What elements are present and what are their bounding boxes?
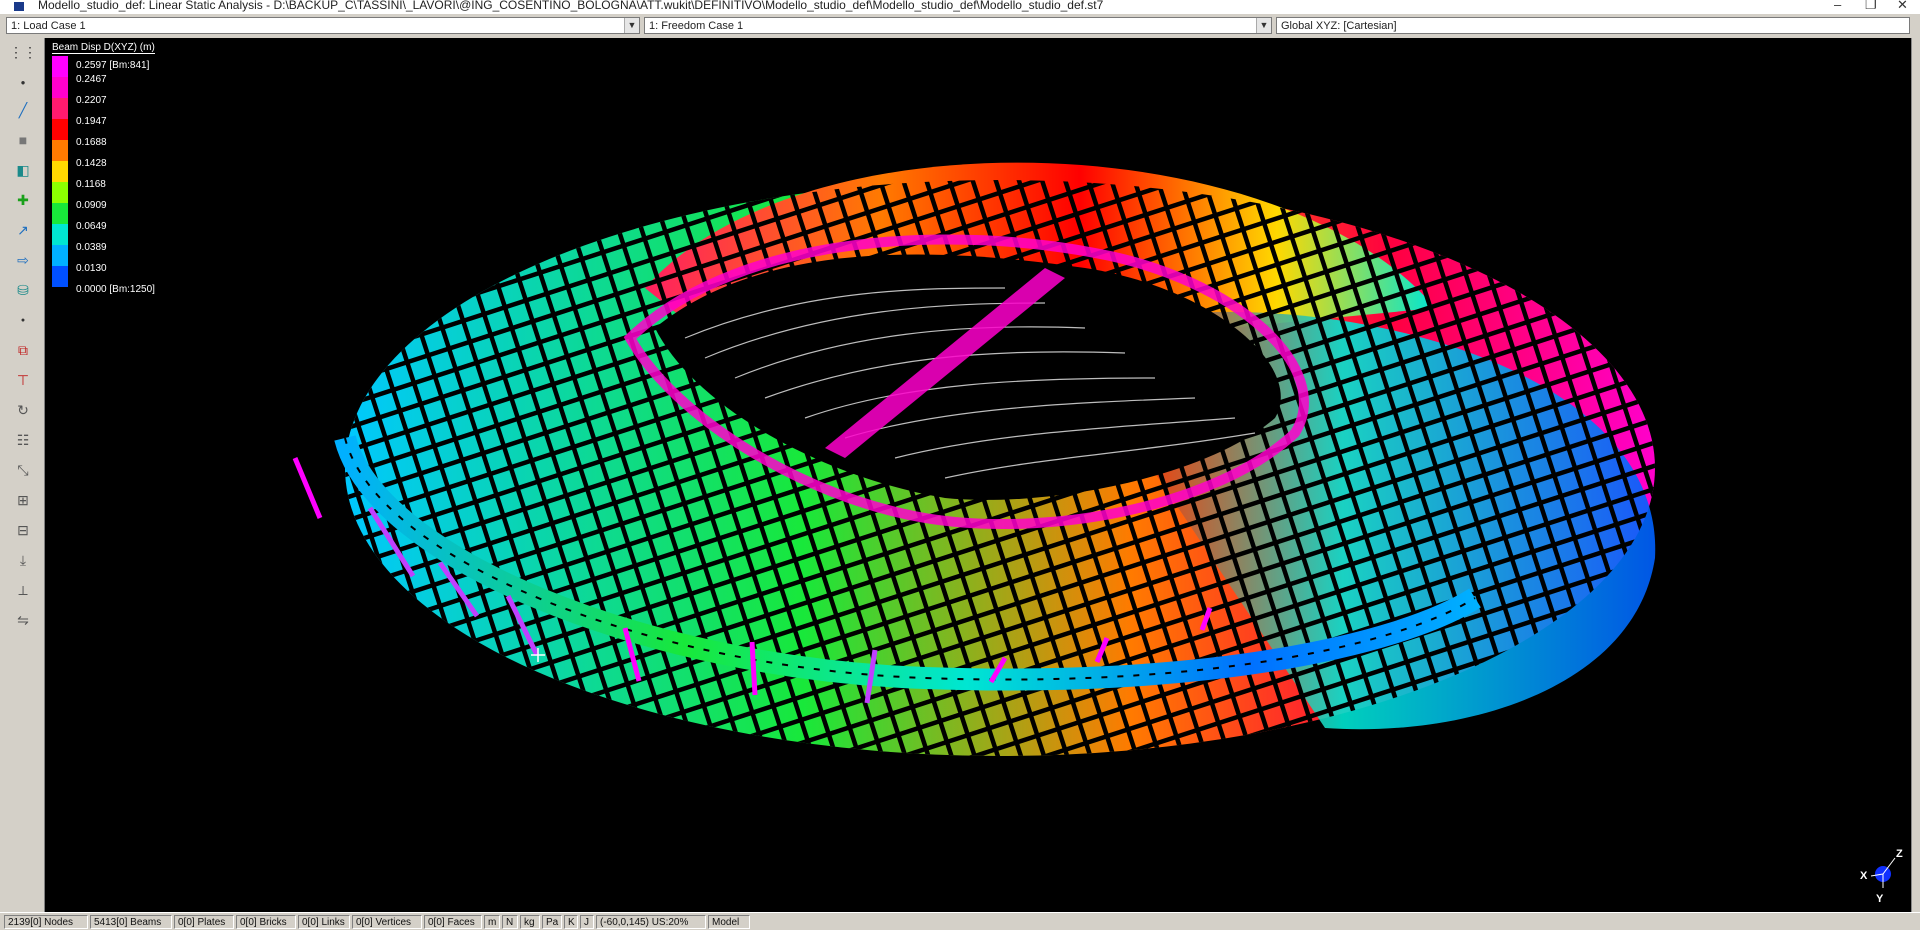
legend-swatch [52,182,68,203]
status-plates: 0[0] Plates [174,915,234,929]
brick-icon[interactable]: ◧ [13,160,33,180]
vertical-scrollbar[interactable] [1911,38,1920,912]
legend-label: 0.2597 [Bm:841] [76,60,150,71]
small-node-icon[interactable]: ● [13,310,33,330]
title-bar: Modello_studio_def: Linear Static Analys… [0,0,1920,15]
cylinder-icon[interactable]: ⛁ [13,280,33,300]
legend-swatch [52,140,68,161]
freedom-case-value: 1: Freedom Case 1 [649,20,744,32]
legend-label: 0.1688 [76,137,107,148]
legend-swatch [52,56,68,77]
status-links: 0[0] Links [298,915,350,929]
plate-icon[interactable]: ■ [13,130,33,150]
legend-label: 0.2467 [76,74,107,85]
status-vertices: 0[0] Vertices [352,915,422,929]
legend-swatch [52,77,68,98]
split-icon[interactable]: ⊞ [13,490,33,510]
node-icon[interactable]: ● [13,72,33,92]
results-icon[interactable]: ⧉ [13,340,33,360]
chevron-down-icon[interactable]: ▼ [1256,18,1271,33]
axis-z-label: Z [1896,848,1903,860]
model-viewport[interactable] [45,38,1911,912]
status-bar: 2139[0] Nodes 5413[0] Beams 0[0] Plates … [0,912,1920,930]
legend-label: 0.0000 [Bm:1250] [76,284,155,295]
load-case-value: 1: Load Case 1 [11,20,86,32]
status-bricks: 0[0] Bricks [236,915,296,929]
legend-label: 0.0909 [76,200,107,211]
legend-title: Beam Disp D(XYZ) (m) [52,42,155,54]
property-icon[interactable]: ⊤ [13,370,33,390]
legend-swatch [52,266,68,287]
status-nodes: 2139[0] Nodes [4,915,88,929]
extend-icon[interactable]: ⤓ [13,550,33,570]
legend-label: 0.0649 [76,221,107,232]
status-faces: 0[0] Faces [424,915,482,929]
beam-icon[interactable]: ╱ [13,100,33,120]
status-unit-time[interactable]: J [580,915,594,929]
subdivide-icon[interactable]: ⊟ [13,520,33,540]
axis-y-label: Y [1876,893,1884,905]
legend-label: 0.1947 [76,116,107,127]
load-case-select[interactable]: 1: Load Case 1 ▼ [6,17,640,34]
window-title: Modello_studio_def: Linear Static Analys… [38,0,1104,12]
status-view-angles: (-60,0,145) US:20% [596,915,706,929]
move-icon[interactable]: ⇨ [13,250,33,270]
freedom-case-select[interactable]: 1: Freedom Case 1 ▼ [644,17,1272,34]
axis-x-label: X [1860,870,1868,882]
legend-label: 0.1168 [76,179,106,190]
link-icon[interactable]: ↗ [13,220,33,240]
legend-label: 0.0130 [76,263,107,274]
legend-label: 0.2207 [76,95,107,106]
left-toolbar: ⋮⋮ ● ╱ ■ ◧ ✚ ↗ ⇨ ⛁ ● ⧉ ⊤ ↻ ☷ ⤡ ⊞ ⊟ ⤓ ⟂ ⇋ [0,38,45,912]
status-unit-stress[interactable]: kg [520,915,540,929]
grid-icon[interactable]: ⋮⋮ [9,42,37,62]
legend-swatch [52,161,68,182]
coordinate-system-value: Global XYZ: [Cartesian] [1281,20,1397,32]
status-unit-force[interactable]: N [502,915,518,929]
status-unit-temp[interactable]: K [564,915,578,929]
chevron-down-icon[interactable]: ▼ [624,18,639,33]
app-icon [14,2,24,11]
coordinate-system-select[interactable]: Global XYZ: [Cartesian] [1276,17,1910,34]
mirror-icon[interactable]: ⇋ [13,610,33,630]
extrude-icon[interactable]: ⟂ [13,580,33,600]
legend-swatch [52,245,68,266]
scale-icon[interactable]: ⤡ [13,460,33,480]
status-beams: 5413[0] Beams [90,915,172,929]
close-button[interactable]: ✕ [1897,0,1908,13]
table-icon[interactable]: ☷ [13,430,33,450]
status-unit-length[interactable]: m [484,915,500,929]
restore-button[interactable]: ❐ [1865,0,1877,13]
stadium-roof-model [292,162,1656,756]
legend-swatch [52,119,68,140]
legend-swatch [52,203,68,224]
attribute-icon[interactable]: ✚ [13,190,33,210]
minimize-button[interactable]: – [1834,0,1841,12]
legend-swatch [52,98,68,119]
legend-swatch [52,224,68,245]
status-unit-energy[interactable]: Pa [542,915,562,929]
status-mode: Model [708,915,750,929]
rotate-icon[interactable]: ↻ [13,400,33,420]
legend-label: 0.1428 [76,158,107,169]
case-selector-bar: 1: Load Case 1 ▼ 1: Freedom Case 1 ▼ Glo… [0,14,1920,39]
legend-label: 0.0389 [76,242,107,253]
